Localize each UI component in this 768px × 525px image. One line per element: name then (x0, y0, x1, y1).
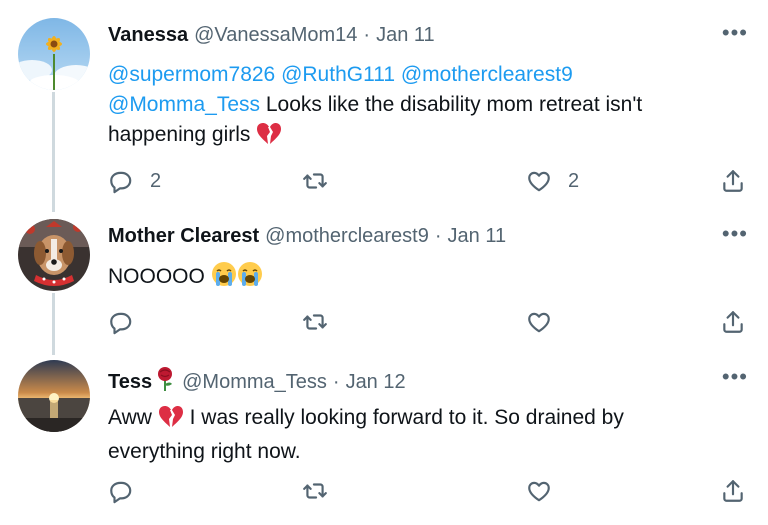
tweet-text: NOOOOO (108, 261, 748, 296)
like-icon (528, 481, 550, 502)
reply-icon (110, 171, 132, 194)
tweet-date[interactable]: Jan 11 (376, 24, 435, 47)
retweet-button[interactable] (302, 309, 328, 335)
reply-icon (110, 312, 132, 335)
tweet-text: @supermom7826 @RuthG111 @motherclearest9… (108, 60, 748, 154)
like-icon (528, 312, 550, 333)
mention-link[interactable]: @motherclearest9 (401, 63, 573, 86)
tweet-actions (108, 478, 748, 508)
tweet-text-segment: NOOOOO (108, 265, 211, 288)
tweet-actions: 2 2 (108, 168, 748, 198)
user-handle[interactable]: @VanessaMom14 (194, 24, 357, 47)
separator-dot: · (363, 24, 371, 46)
like-button[interactable]: 2 (526, 168, 579, 194)
avatar-vanessa[interactable] (18, 18, 90, 90)
mention-link[interactable]: @RuthG111 (281, 63, 395, 86)
rose-icon (154, 366, 176, 398)
display-name[interactable]: Tess (108, 371, 152, 394)
display-name[interactable]: Mother Clearest (108, 225, 259, 248)
share-button[interactable] (720, 168, 746, 194)
retweet-icon (303, 314, 327, 330)
broken-heart-icon (256, 121, 282, 154)
tweet-text-segment: happening girls (108, 123, 257, 146)
like-button[interactable] (526, 478, 552, 504)
like-count: 2 (568, 169, 580, 192)
separator-dot: · (434, 225, 442, 247)
share-icon (723, 480, 743, 502)
reply-button[interactable] (108, 309, 150, 335)
retweet-button[interactable] (302, 168, 328, 194)
loudly-crying-face-icon (211, 261, 237, 296)
avatar-mother-clearest[interactable] (18, 219, 90, 291)
tweet-text-segment: everything right now. (108, 440, 301, 463)
share-button[interactable] (720, 309, 746, 335)
share-icon (723, 311, 743, 333)
loudly-crying-face-icon (237, 261, 263, 296)
share-icon (723, 170, 743, 192)
reply-button[interactable] (108, 478, 150, 504)
separator-dot: · (332, 370, 340, 393)
tweet-text: Aww I was really looking forward to it. … (108, 403, 748, 467)
tweet-header: Mother Clearest @motherclearest9 · Jan 1… (108, 225, 506, 248)
more-icon[interactable]: ••• (722, 22, 748, 44)
more-icon[interactable]: ••• (722, 366, 748, 388)
tweet-text-segment: I was really looking forward to it. So d… (183, 406, 624, 429)
like-button[interactable] (526, 309, 552, 335)
share-button[interactable] (720, 478, 746, 504)
more-icon[interactable]: ••• (722, 223, 748, 245)
tweet-header: Vanessa @VanessaMom14 · Jan 11 (108, 24, 435, 47)
user-handle[interactable]: @Momma_Tess (182, 371, 327, 394)
reply-count: 2 (150, 169, 162, 192)
tweet-header: Tess @Momma_Tess · Jan 12 (108, 366, 406, 398)
reply-button[interactable]: 2 (108, 168, 161, 194)
display-name[interactable]: Vanessa (108, 24, 188, 47)
like-icon (528, 171, 550, 192)
tweet-date[interactable]: Jan 12 (346, 371, 406, 394)
tweet-date[interactable]: Jan 11 (448, 225, 507, 248)
avatar-tess[interactable] (18, 360, 90, 432)
tweet-text-segment: Looks like the disability mom retreat is… (260, 93, 643, 116)
retweet-icon (303, 483, 327, 499)
retweet-icon (303, 173, 327, 189)
tweet-vanessa[interactable]: Vanessa @VanessaMom14 · Jan 11 ••• @supe… (0, 0, 768, 212)
thread-line (52, 293, 55, 355)
tweet-actions (108, 309, 748, 339)
thread-line (52, 92, 55, 212)
mention-link[interactable]: @supermom7826 (108, 63, 275, 86)
broken-heart-icon (158, 404, 184, 437)
reply-icon (110, 481, 132, 504)
tweet-mother-clearest[interactable]: Mother Clearest @motherclearest9 · Jan 1… (0, 205, 768, 355)
mention-link[interactable]: @Momma_Tess (108, 93, 260, 116)
user-handle[interactable]: @motherclearest9 (265, 225, 429, 248)
retweet-button[interactable] (302, 478, 328, 504)
tweet-text-segment: Aww (108, 406, 158, 429)
tweet-tess[interactable]: Tess @Momma_Tess · Jan 12 ••• Aww I was … (0, 350, 768, 525)
